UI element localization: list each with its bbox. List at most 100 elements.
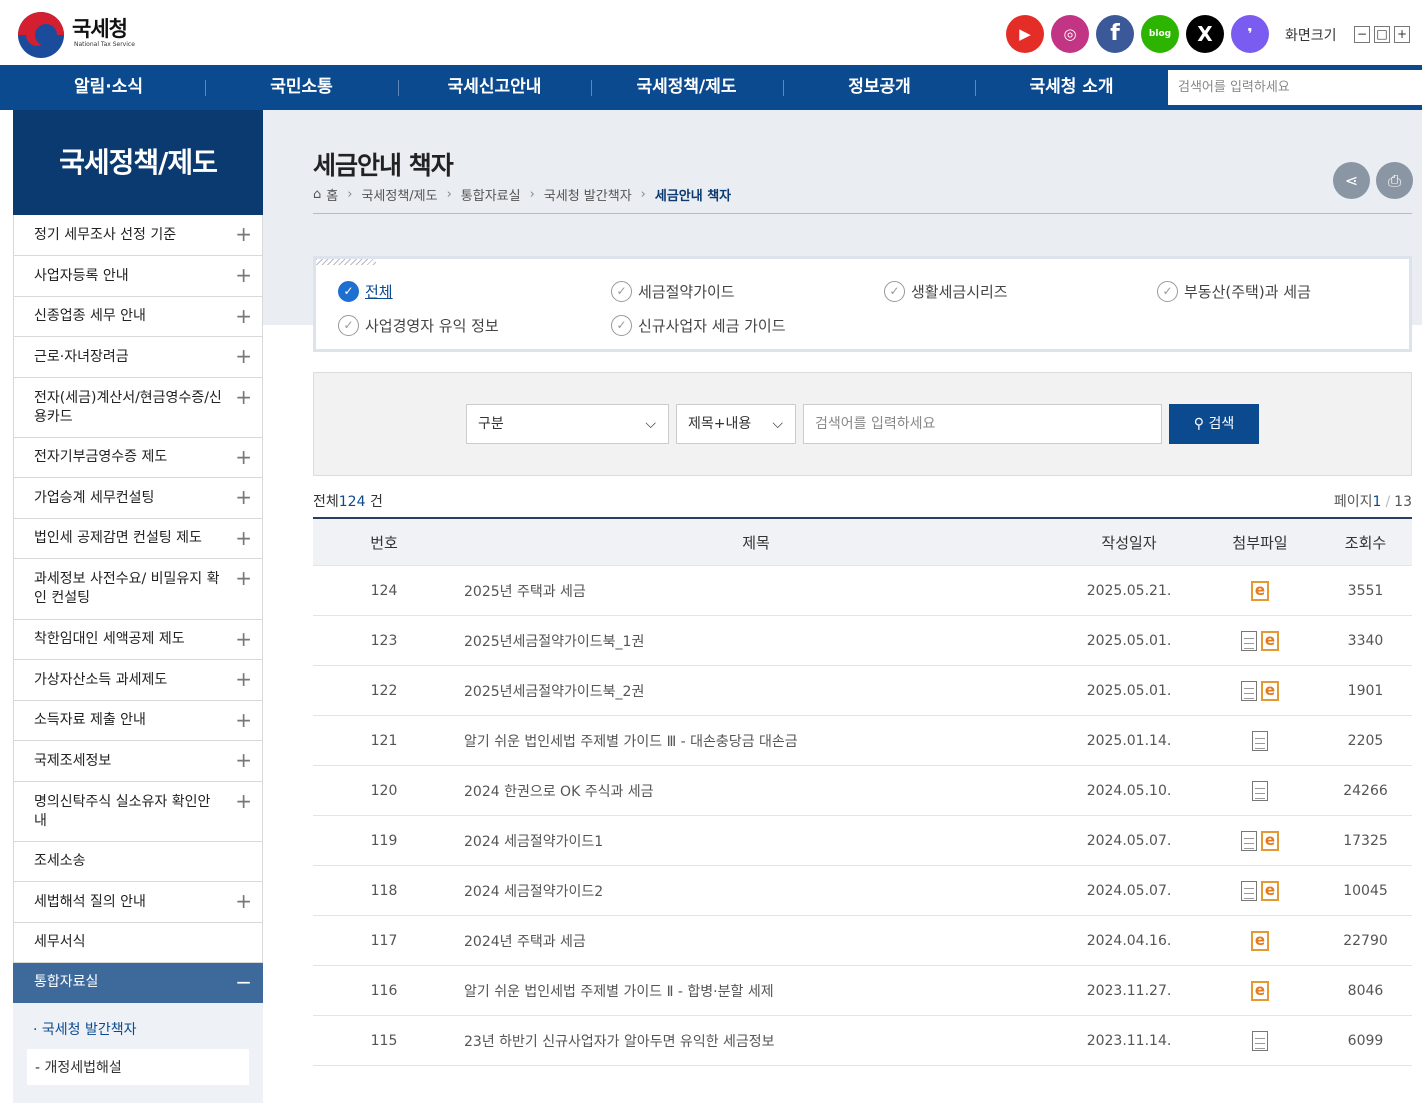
lnb-item[interactable]: 근로·자녀장려금 + bbox=[13, 337, 263, 378]
row-views: 8046 bbox=[1347, 982, 1384, 999]
logo-text[interactable]: 국세청 bbox=[72, 13, 128, 43]
category-select[interactable]: 구분 ⌵ bbox=[466, 404, 669, 444]
table-row: 119 2024 세금절약가이드1 2024.05.07. e 17325 bbox=[313, 816, 1412, 866]
lnb-item[interactable]: 가업승계 세무컨설팅 + bbox=[13, 478, 263, 519]
row-title-link[interactable]: 2024년 주택과 세금 bbox=[455, 931, 1057, 951]
table-row: 124 2025년 주택과 세금 2025.05.21. e 3551 bbox=[313, 566, 1412, 616]
category-filter: ✓ 전체 ✓ 세금절약가이드 ✓ 생활세금시리즈 ✓ 부동산(주택)과 세금 ✓ 사업경영… bbox=[313, 256, 1412, 352]
row-views: 3551 bbox=[1347, 582, 1384, 599]
search-button[interactable]: ⚲ 검색 bbox=[1169, 404, 1259, 444]
nts-logo-icon[interactable] bbox=[18, 12, 64, 58]
category-business-owner-info[interactable]: ✓ 사업경영자 유익 정보 bbox=[338, 315, 499, 336]
ebook-file-icon[interactable]: e bbox=[1251, 930, 1269, 951]
row-title-link[interactable]: 23년 하반기 신규사업자가 알아두면 유익한 세금정보 bbox=[455, 1031, 1057, 1051]
lnb-item[interactable]: 정기 세무조사 선정 기준 + bbox=[13, 215, 263, 256]
blog-icon[interactable]: blog bbox=[1141, 15, 1179, 53]
breadcrumb-item[interactable]: 국세정책/제도 bbox=[361, 185, 437, 204]
lnb-item-label: 전자기부금영수증 제도 bbox=[34, 449, 168, 465]
category-new-business-guide[interactable]: ✓ 신규사업자 세금 가이드 bbox=[611, 315, 786, 336]
lnb-item[interactable]: 국제조세정보 + bbox=[13, 741, 263, 782]
row-number: 116 bbox=[370, 982, 398, 999]
breadcrumb-current: 세금안내 책자 bbox=[654, 189, 732, 204]
ebook-file-icon[interactable]: e bbox=[1261, 830, 1279, 851]
row-title-link[interactable]: 2025년세금절약가이드북_1권 bbox=[455, 631, 1057, 651]
font-decrease-button[interactable]: − bbox=[1354, 26, 1370, 43]
search-input[interactable]: 검색어를 입력하세요 bbox=[803, 404, 1162, 444]
breadcrumb-item[interactable]: 국세청 발간책자 bbox=[544, 185, 632, 204]
lnb-item-active[interactable]: 통합자료실 − bbox=[13, 963, 263, 1003]
row-title-link[interactable]: 알기 쉬운 법인세법 주제별 가이드 Ⅲ - 대손충당금 대손금 bbox=[455, 731, 1057, 751]
print-icon[interactable]: ⎙ bbox=[1376, 162, 1413, 199]
gnb-item-disclosure[interactable]: 정보공개 bbox=[783, 65, 976, 110]
gnb-item-policy[interactable]: 국세정책/제도 bbox=[590, 65, 783, 110]
ebook-file-icon[interactable]: e bbox=[1261, 630, 1279, 651]
lnb-item[interactable]: 세법해석 질의 안내 + bbox=[13, 882, 263, 923]
row-number: 124 bbox=[370, 582, 398, 599]
document-file-icon[interactable] bbox=[1252, 1030, 1268, 1051]
chevron-right-icon: › bbox=[347, 187, 353, 202]
font-reset-button[interactable]: □ bbox=[1374, 26, 1390, 43]
document-file-icon[interactable] bbox=[1241, 680, 1257, 701]
document-file-icon[interactable] bbox=[1252, 730, 1268, 751]
plus-icon: + bbox=[235, 344, 252, 368]
category-living-tax-series[interactable]: ✓ 생활세금시리즈 bbox=[884, 281, 1008, 302]
lnb-item[interactable]: 세무서식 bbox=[13, 923, 263, 963]
row-views: 22790 bbox=[1343, 932, 1388, 949]
plus-icon: + bbox=[235, 627, 252, 651]
table-row: 116 알기 쉬운 법인세법 주제별 가이드 Ⅱ - 합병·분할 세제 2023.1… bbox=[313, 966, 1412, 1016]
ebook-file-icon[interactable]: e bbox=[1261, 680, 1279, 701]
gnb-item-about[interactable]: 국세청 소개 bbox=[975, 65, 1168, 110]
ebook-file-icon[interactable]: e bbox=[1261, 880, 1279, 901]
document-file-icon[interactable] bbox=[1252, 780, 1268, 801]
lnb-sub-item-publications[interactable]: · 국세청 발간책자 bbox=[27, 1013, 249, 1045]
row-title-link[interactable]: 2024 세금절약가이드1 bbox=[455, 831, 1057, 851]
lnb-item[interactable]: 조세소송 bbox=[13, 842, 263, 882]
gnb-item-news[interactable]: 알림·소식 bbox=[12, 65, 205, 110]
lnb-item[interactable]: 법인세 공제감면 컨설팅 제도 + bbox=[13, 519, 263, 559]
page-title: 세금안내 책자 bbox=[313, 151, 454, 180]
breadcrumb-item[interactable]: 홈 bbox=[326, 185, 338, 204]
lnb-item[interactable]: 신종업종 세무 안내 + bbox=[13, 297, 263, 337]
ebook-file-icon[interactable]: e bbox=[1251, 580, 1269, 601]
chevron-right-icon: › bbox=[529, 187, 535, 202]
lnb-item[interactable]: 착한임대인 세액공제 제도 + bbox=[13, 620, 263, 660]
font-increase-button[interactable]: + bbox=[1394, 26, 1410, 43]
share-icon[interactable]: ⋖ bbox=[1333, 162, 1370, 199]
document-file-icon[interactable] bbox=[1241, 830, 1257, 851]
site-header: 국세청 National Tax Service ▶ ◎ f blog X ❜ … bbox=[0, 0, 1422, 65]
row-title-link[interactable]: 2024 한권으로 OK 주식과 세금 bbox=[455, 781, 1057, 801]
story-icon[interactable]: ❜ bbox=[1231, 15, 1269, 53]
row-attachments: e bbox=[1201, 930, 1319, 951]
home-icon[interactable]: ⌂ bbox=[313, 187, 321, 202]
x-icon[interactable]: X bbox=[1186, 15, 1224, 53]
plus-icon: + bbox=[235, 385, 252, 409]
ebook-file-icon[interactable]: e bbox=[1251, 980, 1269, 1001]
check-icon: ✓ bbox=[338, 315, 359, 336]
document-file-icon[interactable] bbox=[1241, 630, 1257, 651]
category-real-estate-tax[interactable]: ✓ 부동산(주택)과 세금 bbox=[1157, 281, 1311, 302]
row-title-link[interactable]: 2024 세금절약가이드2 bbox=[455, 881, 1057, 901]
global-search-input[interactable]: 검색어를 입력하세요 bbox=[1168, 70, 1422, 105]
lnb-item[interactable]: 과세정보 사전수요/ 비밀유지 확인 컨설팅 + bbox=[13, 559, 263, 620]
lnb-item[interactable]: 명의신탁주식 실소유자 확인안내 + bbox=[13, 782, 263, 842]
category-tax-saving-guide[interactable]: ✓ 세금절약가이드 bbox=[611, 281, 735, 302]
lnb-item[interactable]: 소득자료 제출 안내 + bbox=[13, 701, 263, 741]
breadcrumb-item[interactable]: 통합자료실 bbox=[461, 185, 521, 204]
table-body: 124 2025년 주택과 세금 2025.05.21. e 3551 123 2025년세… bbox=[313, 566, 1412, 1066]
lnb-item[interactable]: 사업자등록 안내 + bbox=[13, 256, 263, 297]
row-number: 115 bbox=[370, 1032, 398, 1049]
instagram-icon[interactable]: ◎ bbox=[1051, 15, 1089, 53]
youtube-icon[interactable]: ▶ bbox=[1006, 15, 1044, 53]
facebook-icon[interactable]: f bbox=[1096, 15, 1134, 53]
lnb-item[interactable]: 가상자산소득 과세제도 + bbox=[13, 660, 263, 701]
category-all[interactable]: ✓ 전체 bbox=[338, 281, 393, 302]
lnb-item[interactable]: 전자(세금)계산서/현금영수증/신용카드 + bbox=[13, 378, 263, 438]
gnb-item-tax-filing[interactable]: 국세신고안내 bbox=[398, 65, 591, 110]
document-file-icon[interactable] bbox=[1241, 880, 1257, 901]
search-field-select[interactable]: 제목+내용 ⌵ bbox=[676, 404, 796, 444]
lnb-item[interactable]: 전자기부금영수증 제도 + bbox=[13, 438, 263, 478]
row-title-link[interactable]: 알기 쉬운 법인세법 주제별 가이드 Ⅱ - 합병·분할 세제 bbox=[455, 981, 1057, 1001]
row-title-link[interactable]: 2025년세금절약가이드북_2권 bbox=[455, 681, 1057, 701]
row-title-link[interactable]: 2025년 주택과 세금 bbox=[455, 581, 1057, 601]
gnb-item-communication[interactable]: 국민소통 bbox=[205, 65, 398, 110]
